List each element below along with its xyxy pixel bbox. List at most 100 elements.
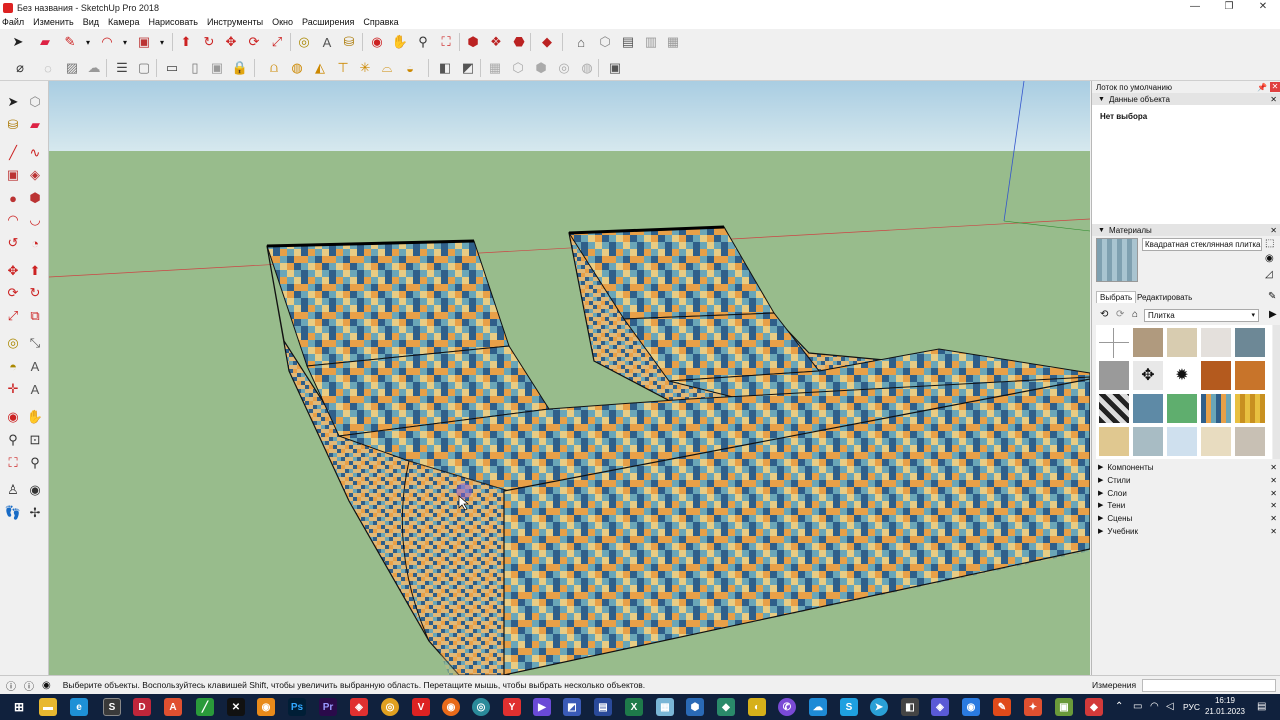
close-button[interactable]: ✕ bbox=[1246, 0, 1280, 15]
app-brush-icon[interactable]: ✦ bbox=[1024, 698, 1042, 716]
arc-icon[interactable]: ◠ bbox=[97, 32, 117, 52]
swatch-6[interactable]: ✥ bbox=[1132, 360, 1164, 391]
stamp-icon[interactable]: ◎ bbox=[554, 58, 574, 78]
battery-icon[interactable]: ▭ bbox=[1133, 701, 1142, 712]
menu-edit[interactable]: Изменить bbox=[33, 17, 74, 27]
app-purple-icon[interactable]: ▶ bbox=[533, 698, 551, 716]
back-arrow-icon[interactable]: ⟲ bbox=[1100, 309, 1108, 320]
scenes-header[interactable]: ▶ Сцены ✕ bbox=[1092, 512, 1280, 524]
rotated-rectangle-icon[interactable]: ◈ bbox=[25, 165, 45, 185]
app-cloud-icon[interactable]: ☁ bbox=[809, 698, 827, 716]
ruby-icon[interactable]: ◆ bbox=[537, 32, 557, 52]
drape-icon[interactable]: ◍ bbox=[577, 58, 597, 78]
push-pull-icon[interactable]: ⬆ bbox=[25, 261, 45, 281]
default-material-icon[interactable]: ◉ bbox=[1265, 253, 1274, 264]
select-icon[interactable]: ➤ bbox=[8, 32, 28, 52]
follow-me-icon[interactable]: ↻ bbox=[25, 283, 45, 303]
push-pull-icon[interactable]: ⬆ bbox=[176, 32, 196, 52]
wireframe-icon[interactable]: ▭ bbox=[162, 58, 182, 78]
solid-union-icon[interactable]: ⩍ bbox=[264, 58, 284, 78]
clock[interactable]: 16:19 21.01.2023 bbox=[1203, 695, 1247, 717]
pencil-icon[interactable]: ✎ bbox=[60, 32, 80, 52]
offset-icon[interactable]: ⧉ bbox=[25, 306, 45, 326]
circle-icon[interactable]: ● bbox=[3, 188, 23, 208]
rectangle-icon[interactable]: ▣ bbox=[3, 165, 23, 185]
tab-edit[interactable]: Редактировать bbox=[1134, 292, 1195, 303]
app-lightblue-icon[interactable]: ▦ bbox=[656, 698, 674, 716]
photoshop-icon[interactable]: Ps bbox=[288, 698, 306, 716]
maximize-button[interactable]: ❐ bbox=[1212, 0, 1246, 15]
material-name-field[interactable]: Квадратная стеклянная плитка 0 bbox=[1142, 238, 1262, 251]
app-inkscape-icon[interactable]: ✕ bbox=[227, 698, 245, 716]
dimension-icon[interactable]: ⤡ bbox=[25, 333, 45, 353]
chevron-down-icon[interactable]: ▾ bbox=[115, 32, 135, 52]
viber-icon[interactable]: ✆ bbox=[778, 698, 796, 716]
arc-icon[interactable]: ◠ bbox=[3, 210, 23, 230]
library-select[interactable]: Плитка ▾ bbox=[1144, 309, 1259, 322]
swatch-0[interactable] bbox=[1098, 327, 1130, 358]
premiere-icon[interactable]: Pr bbox=[319, 698, 337, 716]
solid-subtract-icon[interactable]: ◭ bbox=[310, 58, 330, 78]
back-edges-icon[interactable]: ▨ bbox=[62, 58, 82, 78]
eraser-icon[interactable]: ▰ bbox=[25, 115, 45, 135]
input-language[interactable]: РУС bbox=[1183, 702, 1200, 712]
hidden-line-icon[interactable]: ▯ bbox=[185, 58, 205, 78]
swatch-15[interactable] bbox=[1098, 426, 1130, 457]
materials-scrollbar[interactable] bbox=[1273, 325, 1280, 459]
model-scene[interactable] bbox=[49, 81, 1090, 675]
panel-close-icon[interactable]: ✕ bbox=[1270, 489, 1277, 498]
instructor-header[interactable]: ▶ Учебник ✕ bbox=[1092, 525, 1280, 537]
info-icon[interactable]: ⓘ bbox=[6, 678, 16, 693]
panel-close-icon[interactable]: ✕ bbox=[1270, 514, 1277, 523]
top-view-icon[interactable]: ▤ bbox=[618, 32, 638, 52]
tab-select[interactable]: Выбрать bbox=[1096, 291, 1137, 303]
three-point-arc-icon[interactable]: ↺ bbox=[3, 233, 23, 253]
app-violet-icon[interactable]: ◈ bbox=[931, 698, 949, 716]
solid-outer-icon[interactable]: ◒ bbox=[400, 58, 420, 78]
app-active-icon[interactable]: ◆ bbox=[1085, 698, 1103, 716]
swatch-11[interactable] bbox=[1132, 393, 1164, 424]
swatch-10[interactable] bbox=[1098, 393, 1130, 424]
volume-icon[interactable]: ◁ bbox=[1166, 701, 1174, 712]
two-point-arc-icon[interactable]: ◡ bbox=[25, 210, 45, 230]
make-component-icon[interactable]: ⬡ bbox=[25, 92, 45, 112]
maps-icon[interactable]: ◆ bbox=[717, 698, 735, 716]
material-preview-swatch[interactable] bbox=[1096, 238, 1138, 282]
credits-icon[interactable]: ◉ bbox=[42, 680, 51, 691]
solid-shell-icon[interactable]: ⌓ bbox=[377, 58, 397, 78]
panel-close-icon[interactable]: ✕ bbox=[1270, 527, 1277, 536]
vivaldi-icon[interactable]: V bbox=[412, 698, 430, 716]
app-green-icon[interactable]: ╱ bbox=[196, 698, 214, 716]
swatch-12[interactable] bbox=[1166, 393, 1198, 424]
app-circle-icon[interactable]: ◉ bbox=[962, 698, 980, 716]
create-material-icon[interactable]: ⬚ bbox=[1265, 238, 1274, 249]
3d-text-icon[interactable]: A bbox=[25, 379, 45, 399]
tape-measure-icon[interactable]: ◎ bbox=[3, 333, 23, 353]
menu-view[interactable]: Вид bbox=[83, 17, 99, 27]
orbit-icon[interactable]: ◉ bbox=[367, 32, 387, 52]
sandbox-icon[interactable]: ⌀ bbox=[10, 58, 30, 78]
app-gray-icon[interactable]: ◧ bbox=[901, 698, 919, 716]
menu-camera[interactable]: Камера bbox=[108, 17, 139, 27]
rotate-icon[interactable]: ⟳ bbox=[3, 283, 23, 303]
app-orange-icon[interactable]: ✎ bbox=[993, 698, 1011, 716]
menu-help[interactable]: Справка bbox=[363, 17, 398, 27]
pan-icon[interactable]: ✋ bbox=[390, 32, 410, 52]
panel-close-icon[interactable]: ✕ bbox=[1270, 226, 1277, 235]
pan-icon[interactable]: ✋ bbox=[25, 407, 45, 427]
section-cut-icon[interactable]: ▢ bbox=[134, 58, 154, 78]
shaded-icon[interactable]: ▣ bbox=[207, 58, 227, 78]
sketchup-taskbar-icon[interactable]: S bbox=[103, 698, 121, 716]
pin-icon[interactable]: 📌 bbox=[1257, 83, 1267, 92]
components-header[interactable]: ▶ Компоненты ✕ bbox=[1092, 461, 1280, 473]
swatch-1[interactable] bbox=[1132, 327, 1164, 358]
scale-icon[interactable]: ⤢ bbox=[267, 32, 287, 52]
rotate-icon[interactable]: ⟳ bbox=[244, 32, 264, 52]
solid-trim-icon[interactable]: ⊤ bbox=[333, 58, 353, 78]
measurements-input[interactable] bbox=[1142, 679, 1276, 692]
shadows-header[interactable]: ▶ Тени ✕ bbox=[1092, 499, 1280, 511]
freehand-icon[interactable]: ∿ bbox=[25, 143, 45, 163]
components-icon[interactable]: ❖ bbox=[486, 32, 506, 52]
swatch-14[interactable] bbox=[1234, 393, 1266, 424]
swatch-3[interactable] bbox=[1200, 327, 1232, 358]
